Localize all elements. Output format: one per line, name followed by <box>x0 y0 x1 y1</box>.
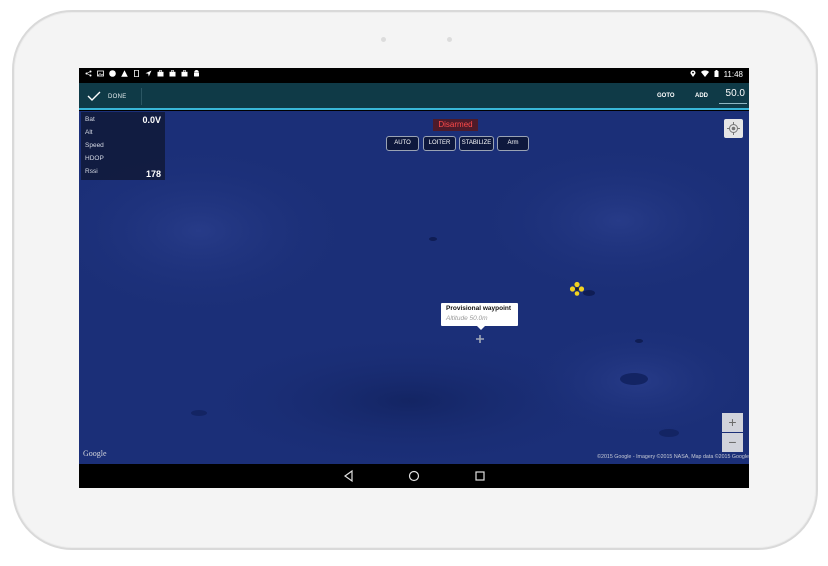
google-logo: Google <box>83 449 107 458</box>
waypoint-altitude: Altitude 50.0m <box>446 315 488 322</box>
tablet-camera <box>447 37 452 42</box>
nav-home-button[interactable] <box>406 468 422 484</box>
telemetry-label-speed: Speed <box>85 142 104 149</box>
drone-icon <box>569 281 585 301</box>
goto-button[interactable]: GOTO <box>657 93 675 99</box>
location-pin-icon <box>690 70 696 79</box>
telemetry-label-alt: Alt <box>85 129 93 136</box>
waypoint-info-window[interactable]: Provisional waypoint Altitude 50.0m <box>441 303 518 330</box>
navigation-bar <box>79 464 749 488</box>
done-button[interactable]: DONE <box>87 87 127 106</box>
provisional-waypoint-marker[interactable] <box>476 333 484 345</box>
my-location-icon <box>724 122 743 142</box>
home-circle-icon <box>406 470 422 488</box>
telemetry-label-bat: Bat <box>85 116 95 123</box>
satellite-map[interactable]: Bat 0.0V Alt Speed HDOP Rssi 178 Disarme… <box>79 111 749 464</box>
zoom-in-button[interactable]: + <box>722 413 743 432</box>
briefcase-icon <box>181 70 188 77</box>
image-icon <box>97 70 104 77</box>
mode-button-auto[interactable]: AUTO <box>386 136 419 151</box>
my-location-button[interactable] <box>724 119 743 138</box>
navigation-arrow-icon <box>145 70 152 77</box>
share-icon <box>85 70 92 77</box>
device-screen: 11:48 DONE GOTO ADD 50.0 Bat 0.0V Alt Sp… <box>79 68 749 488</box>
android-icon <box>193 70 200 77</box>
arm-button[interactable]: Arm <box>497 136 529 151</box>
check-icon <box>87 91 101 103</box>
action-bar-divider <box>141 88 142 105</box>
mode-button-stabilize[interactable]: STABILIZE <box>459 136 494 151</box>
telemetry-value-rssi: 178 <box>145 169 161 179</box>
notification-icons <box>85 69 200 78</box>
drone-marker[interactable] <box>569 281 585 297</box>
circle-icon <box>109 70 116 77</box>
mode-button-loiter[interactable]: LOITER <box>423 136 456 151</box>
telemetry-panel: Bat 0.0V Alt Speed HDOP Rssi 178 <box>81 112 165 180</box>
clock-time: 11:48 <box>723 70 743 79</box>
briefcase-icon <box>157 70 164 77</box>
telemetry-value-bat: 0.0V <box>142 115 161 125</box>
battery-icon <box>714 70 719 79</box>
zoom-out-button[interactable]: − <box>722 433 743 452</box>
map-terrain <box>79 141 749 464</box>
nav-recent-button[interactable] <box>472 468 488 484</box>
crosshair-icon <box>476 332 484 346</box>
back-triangle-icon <box>341 469 357 488</box>
nav-back-button[interactable] <box>341 468 357 484</box>
add-button[interactable]: ADD <box>695 93 708 99</box>
map-copyright: ©2015 Google - Imagery ©2015 NASA, Map d… <box>597 454 749 460</box>
telemetry-label-rssi: Rssi <box>85 168 98 175</box>
waypoint-title: Provisional waypoint <box>446 305 512 312</box>
wifi-icon <box>700 70 709 79</box>
briefcase-icon <box>169 70 176 77</box>
altitude-input[interactable]: 50.0 <box>719 88 747 104</box>
tablet-sensor <box>381 37 386 42</box>
system-status: 11:48 <box>690 70 743 79</box>
warning-triangle-icon <box>121 70 128 77</box>
action-bar: DONE GOTO ADD 50.0 <box>79 83 749 110</box>
phone-icon <box>133 69 140 78</box>
status-bar: 11:48 <box>79 68 749 83</box>
arm-status-label: Disarmed <box>433 119 478 131</box>
recent-square-icon <box>472 471 488 488</box>
done-label: DONE <box>108 93 127 100</box>
telemetry-label-hdop: HDOP <box>85 155 104 162</box>
